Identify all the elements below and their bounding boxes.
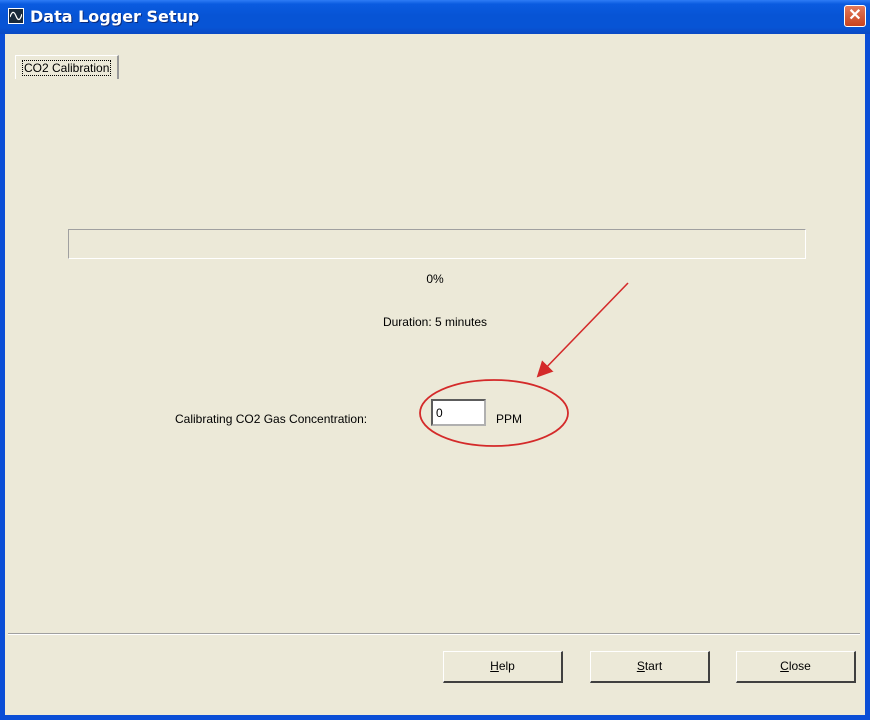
progress-percent: 0% [426,272,444,286]
close-label: lose [788,659,811,673]
help-label: elp [498,659,515,673]
waveform-icon [8,8,24,24]
duration-text: Duration: 5 minutes [382,315,488,329]
help-button[interactable]: Help [443,651,563,683]
tab-co2-calibration[interactable]: CO2 Calibration [15,55,120,79]
close-mnemonic: C [780,659,789,673]
concentration-input[interactable] [431,399,486,426]
button-divider [8,633,860,635]
concentration-label: Calibrating CO2 Gas Concentration: [175,412,368,426]
title-bar[interactable]: Data Logger Setup ✕ [0,0,870,34]
dialog-window: Data Logger Setup ✕ CO2 Calibration [0,0,870,720]
help-mnemonic: H [490,659,499,673]
tab-label: CO2 Calibration [22,60,112,76]
start-mnemonic: S [636,659,645,673]
progress-bar [68,229,806,259]
close-button[interactable]: Close [736,651,856,683]
close-window-button[interactable]: ✕ [844,5,866,27]
start-label: tart [644,659,663,673]
unit-label: PPM [496,412,523,426]
window-title: Data Logger Setup [30,7,200,26]
start-button[interactable]: Start [590,651,710,683]
